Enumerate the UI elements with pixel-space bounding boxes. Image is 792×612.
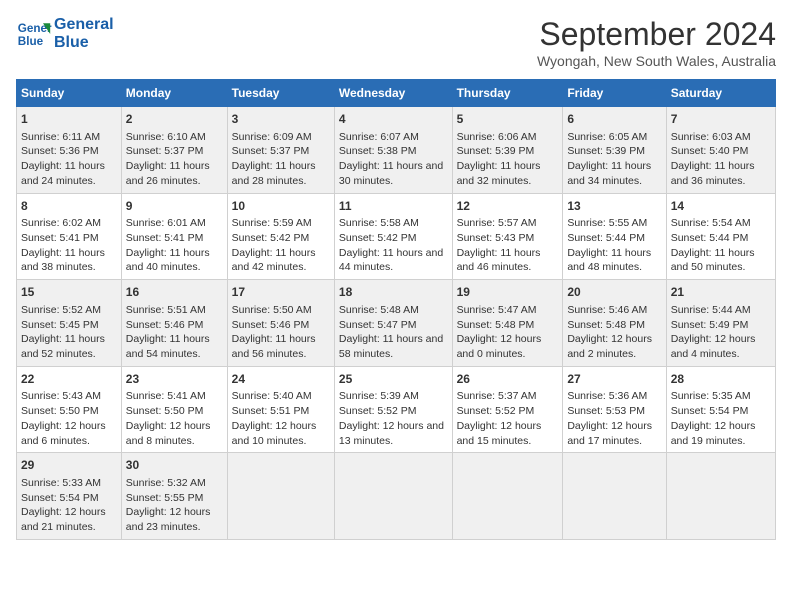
column-header-friday: Friday xyxy=(563,80,666,107)
day-cell-13: 13Sunrise: 5:55 AMSunset: 5:44 PMDayligh… xyxy=(563,193,666,280)
day-cell-29: 29Sunrise: 5:33 AMSunset: 5:54 PMDayligh… xyxy=(17,453,122,540)
day-cell-23: 23Sunrise: 5:41 AMSunset: 5:50 PMDayligh… xyxy=(121,366,227,453)
calendar-body: 1Sunrise: 6:11 AMSunset: 5:36 PMDaylight… xyxy=(17,107,776,540)
empty-cell xyxy=(452,453,563,540)
day-cell-4: 4Sunrise: 6:07 AMSunset: 5:38 PMDaylight… xyxy=(334,107,452,194)
day-cell-18: 18Sunrise: 5:48 AMSunset: 5:47 PMDayligh… xyxy=(334,280,452,367)
empty-cell xyxy=(227,453,334,540)
column-header-monday: Monday xyxy=(121,80,227,107)
day-cell-7: 7Sunrise: 6:03 AMSunset: 5:40 PMDaylight… xyxy=(666,107,775,194)
day-cell-26: 26Sunrise: 5:37 AMSunset: 5:52 PMDayligh… xyxy=(452,366,563,453)
calendar-week-2: 8Sunrise: 6:02 AMSunset: 5:41 PMDaylight… xyxy=(17,193,776,280)
calendar-table: SundayMondayTuesdayWednesdayThursdayFrid… xyxy=(16,79,776,540)
day-cell-14: 14Sunrise: 5:54 AMSunset: 5:44 PMDayligh… xyxy=(666,193,775,280)
day-cell-24: 24Sunrise: 5:40 AMSunset: 5:51 PMDayligh… xyxy=(227,366,334,453)
column-header-wednesday: Wednesday xyxy=(334,80,452,107)
logo: General Blue General Blue xyxy=(16,16,114,53)
header-row: SundayMondayTuesdayWednesdayThursdayFrid… xyxy=(17,80,776,107)
page-header: General Blue General Blue September 2024… xyxy=(16,16,776,69)
day-cell-3: 3Sunrise: 6:09 AMSunset: 5:37 PMDaylight… xyxy=(227,107,334,194)
day-cell-28: 28Sunrise: 5:35 AMSunset: 5:54 PMDayligh… xyxy=(666,366,775,453)
page-title: September 2024 xyxy=(537,16,776,53)
day-cell-1: 1Sunrise: 6:11 AMSunset: 5:36 PMDaylight… xyxy=(17,107,122,194)
day-cell-10: 10Sunrise: 5:59 AMSunset: 5:42 PMDayligh… xyxy=(227,193,334,280)
day-cell-21: 21Sunrise: 5:44 AMSunset: 5:49 PMDayligh… xyxy=(666,280,775,367)
day-cell-15: 15Sunrise: 5:52 AMSunset: 5:45 PMDayligh… xyxy=(17,280,122,367)
day-cell-16: 16Sunrise: 5:51 AMSunset: 5:46 PMDayligh… xyxy=(121,280,227,367)
calendar-week-3: 15Sunrise: 5:52 AMSunset: 5:45 PMDayligh… xyxy=(17,280,776,367)
logo-line1: General xyxy=(54,16,114,34)
day-cell-19: 19Sunrise: 5:47 AMSunset: 5:48 PMDayligh… xyxy=(452,280,563,367)
day-cell-11: 11Sunrise: 5:58 AMSunset: 5:42 PMDayligh… xyxy=(334,193,452,280)
day-cell-9: 9Sunrise: 6:01 AMSunset: 5:41 PMDaylight… xyxy=(121,193,227,280)
day-cell-2: 2Sunrise: 6:10 AMSunset: 5:37 PMDaylight… xyxy=(121,107,227,194)
empty-cell xyxy=(334,453,452,540)
logo-line2: Blue xyxy=(54,34,114,52)
calendar-week-5: 29Sunrise: 5:33 AMSunset: 5:54 PMDayligh… xyxy=(17,453,776,540)
day-cell-22: 22Sunrise: 5:43 AMSunset: 5:50 PMDayligh… xyxy=(17,366,122,453)
svg-text:Blue: Blue xyxy=(18,35,44,48)
day-cell-25: 25Sunrise: 5:39 AMSunset: 5:52 PMDayligh… xyxy=(334,366,452,453)
day-cell-12: 12Sunrise: 5:57 AMSunset: 5:43 PMDayligh… xyxy=(452,193,563,280)
column-header-tuesday: Tuesday xyxy=(227,80,334,107)
day-cell-17: 17Sunrise: 5:50 AMSunset: 5:46 PMDayligh… xyxy=(227,280,334,367)
calendar-week-4: 22Sunrise: 5:43 AMSunset: 5:50 PMDayligh… xyxy=(17,366,776,453)
day-cell-30: 30Sunrise: 5:32 AMSunset: 5:55 PMDayligh… xyxy=(121,453,227,540)
calendar-header: SundayMondayTuesdayWednesdayThursdayFrid… xyxy=(17,80,776,107)
day-cell-5: 5Sunrise: 6:06 AMSunset: 5:39 PMDaylight… xyxy=(452,107,563,194)
page-subtitle: Wyongah, New South Wales, Australia xyxy=(537,53,776,69)
title-block: September 2024 Wyongah, New South Wales,… xyxy=(537,16,776,69)
empty-cell xyxy=(563,453,666,540)
day-cell-20: 20Sunrise: 5:46 AMSunset: 5:48 PMDayligh… xyxy=(563,280,666,367)
column-header-thursday: Thursday xyxy=(452,80,563,107)
day-cell-27: 27Sunrise: 5:36 AMSunset: 5:53 PMDayligh… xyxy=(563,366,666,453)
empty-cell xyxy=(666,453,775,540)
day-cell-8: 8Sunrise: 6:02 AMSunset: 5:41 PMDaylight… xyxy=(17,193,122,280)
logo-icon: General Blue xyxy=(16,16,52,52)
day-cell-6: 6Sunrise: 6:05 AMSunset: 5:39 PMDaylight… xyxy=(563,107,666,194)
column-header-sunday: Sunday xyxy=(17,80,122,107)
calendar-week-1: 1Sunrise: 6:11 AMSunset: 5:36 PMDaylight… xyxy=(17,107,776,194)
column-header-saturday: Saturday xyxy=(666,80,775,107)
